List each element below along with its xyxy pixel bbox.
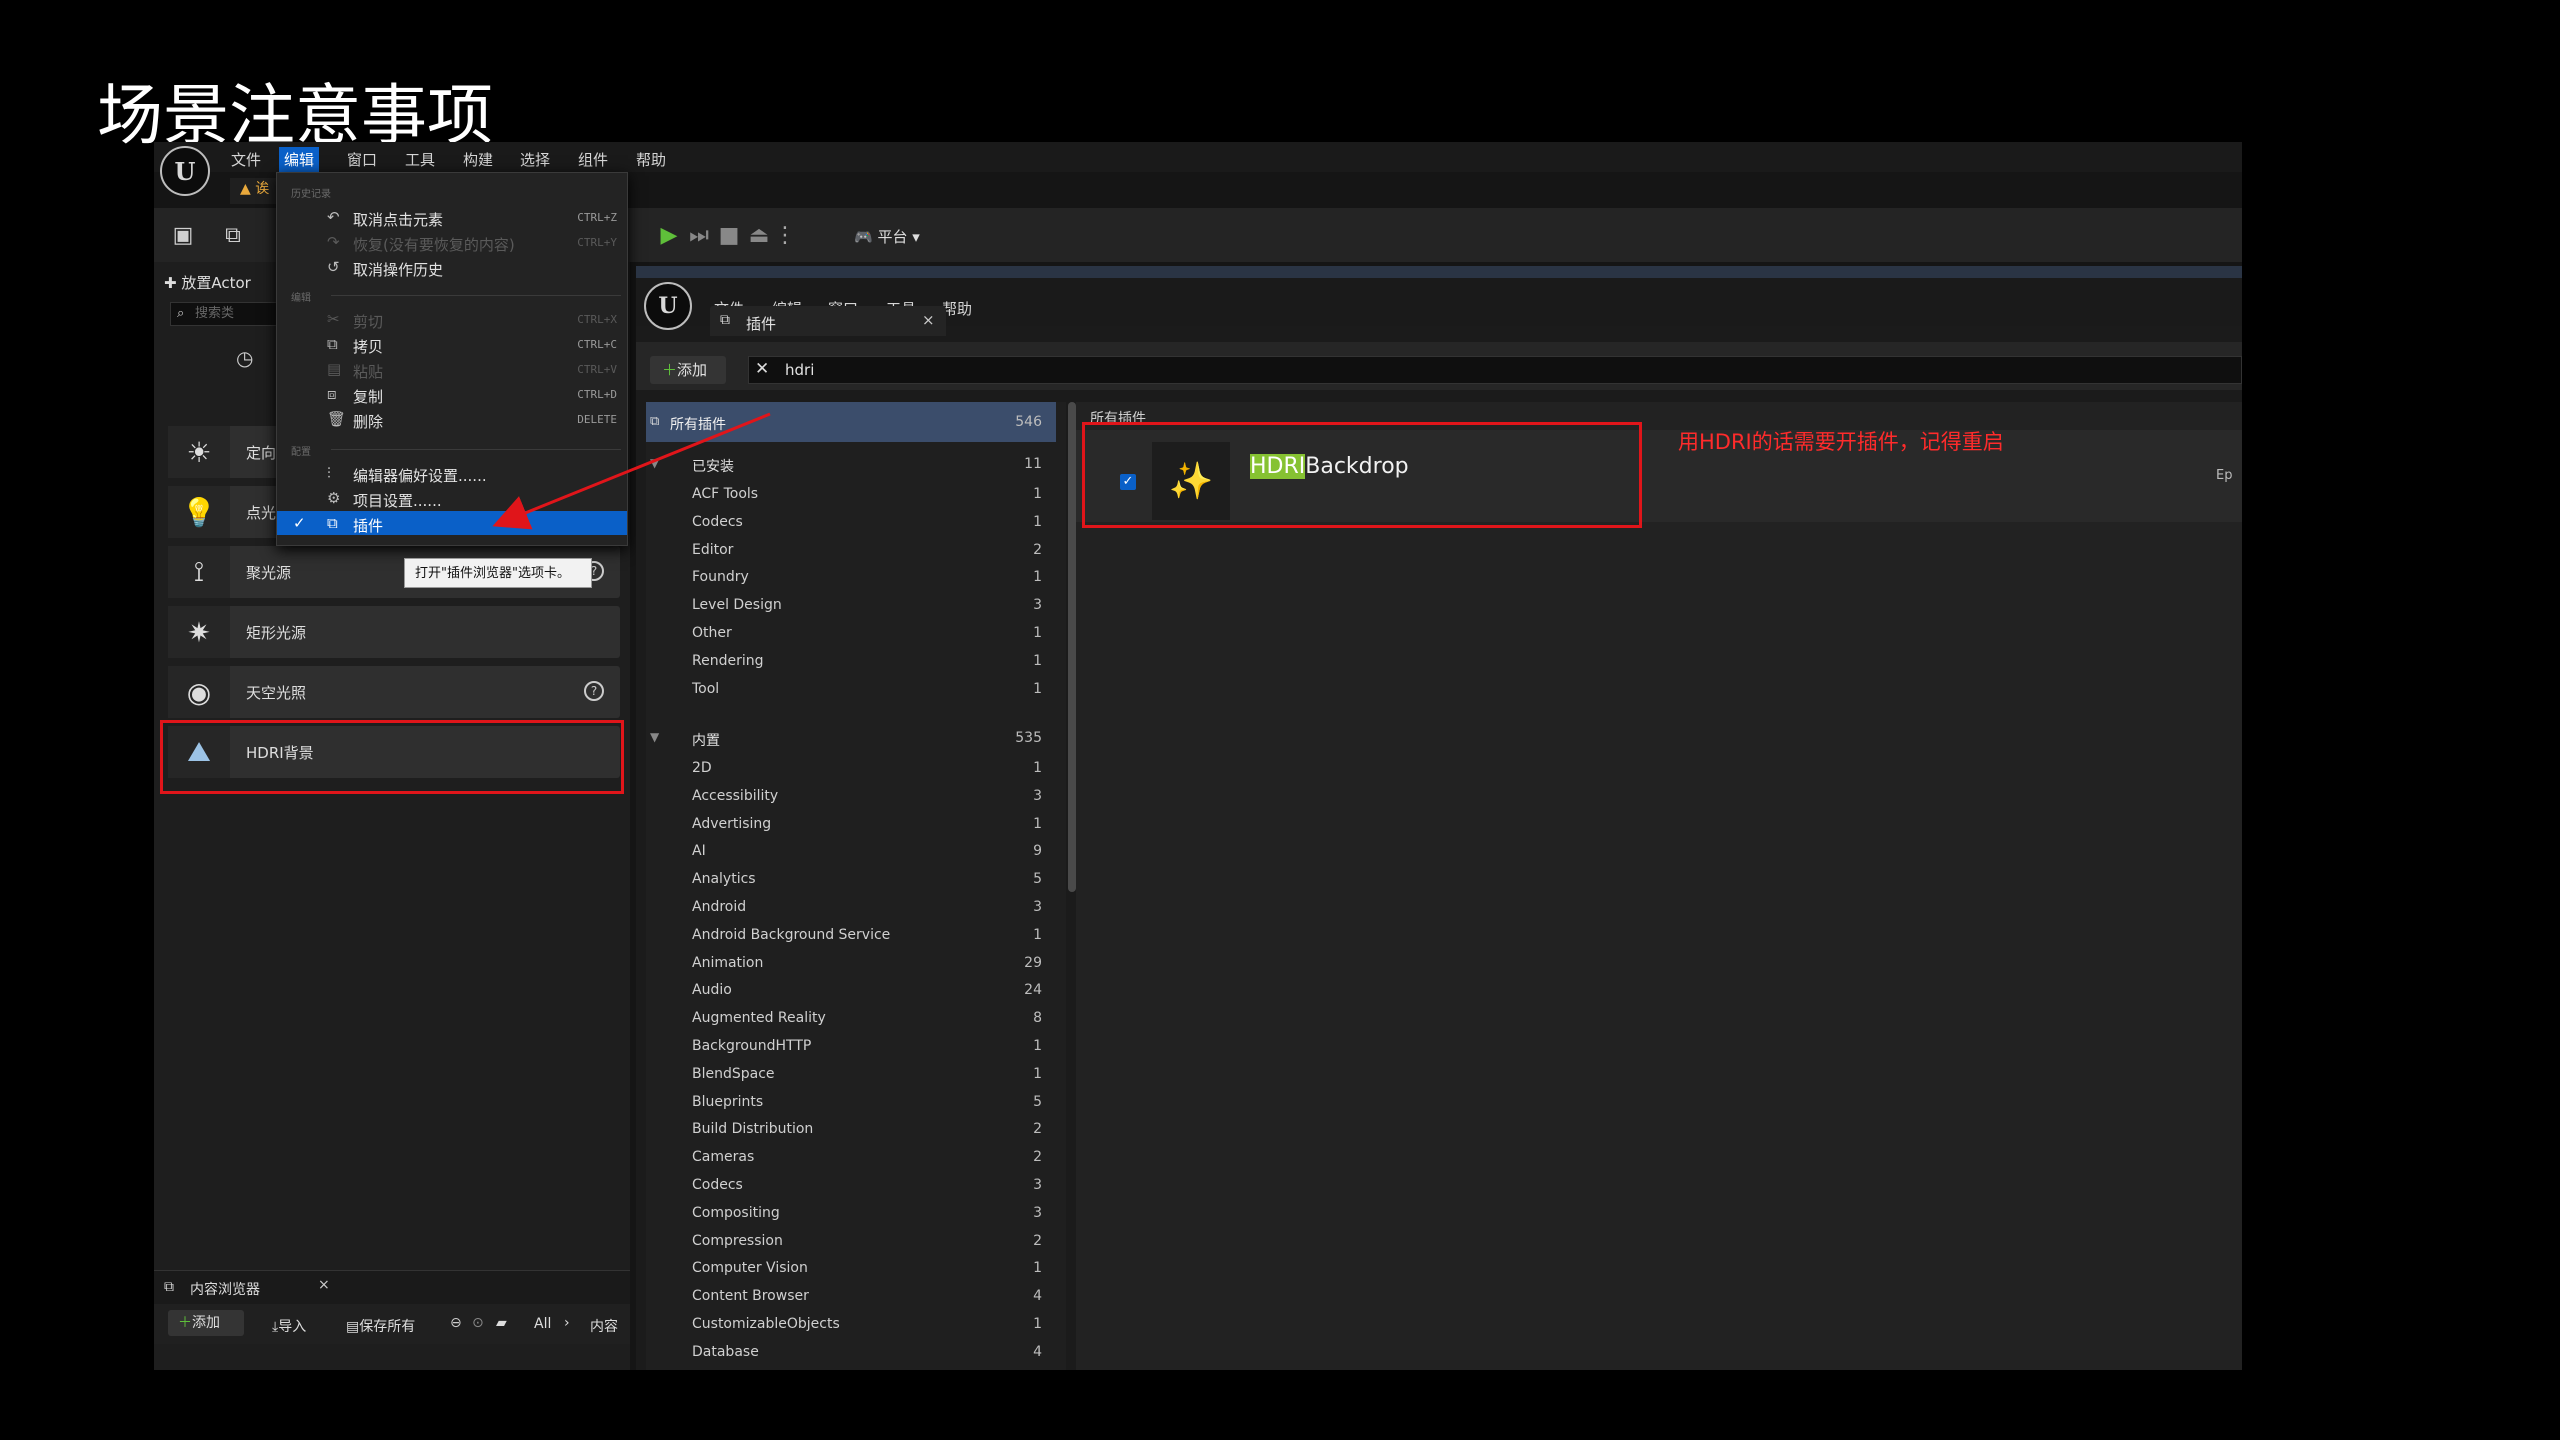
annotation-arrow — [492, 412, 771, 530]
